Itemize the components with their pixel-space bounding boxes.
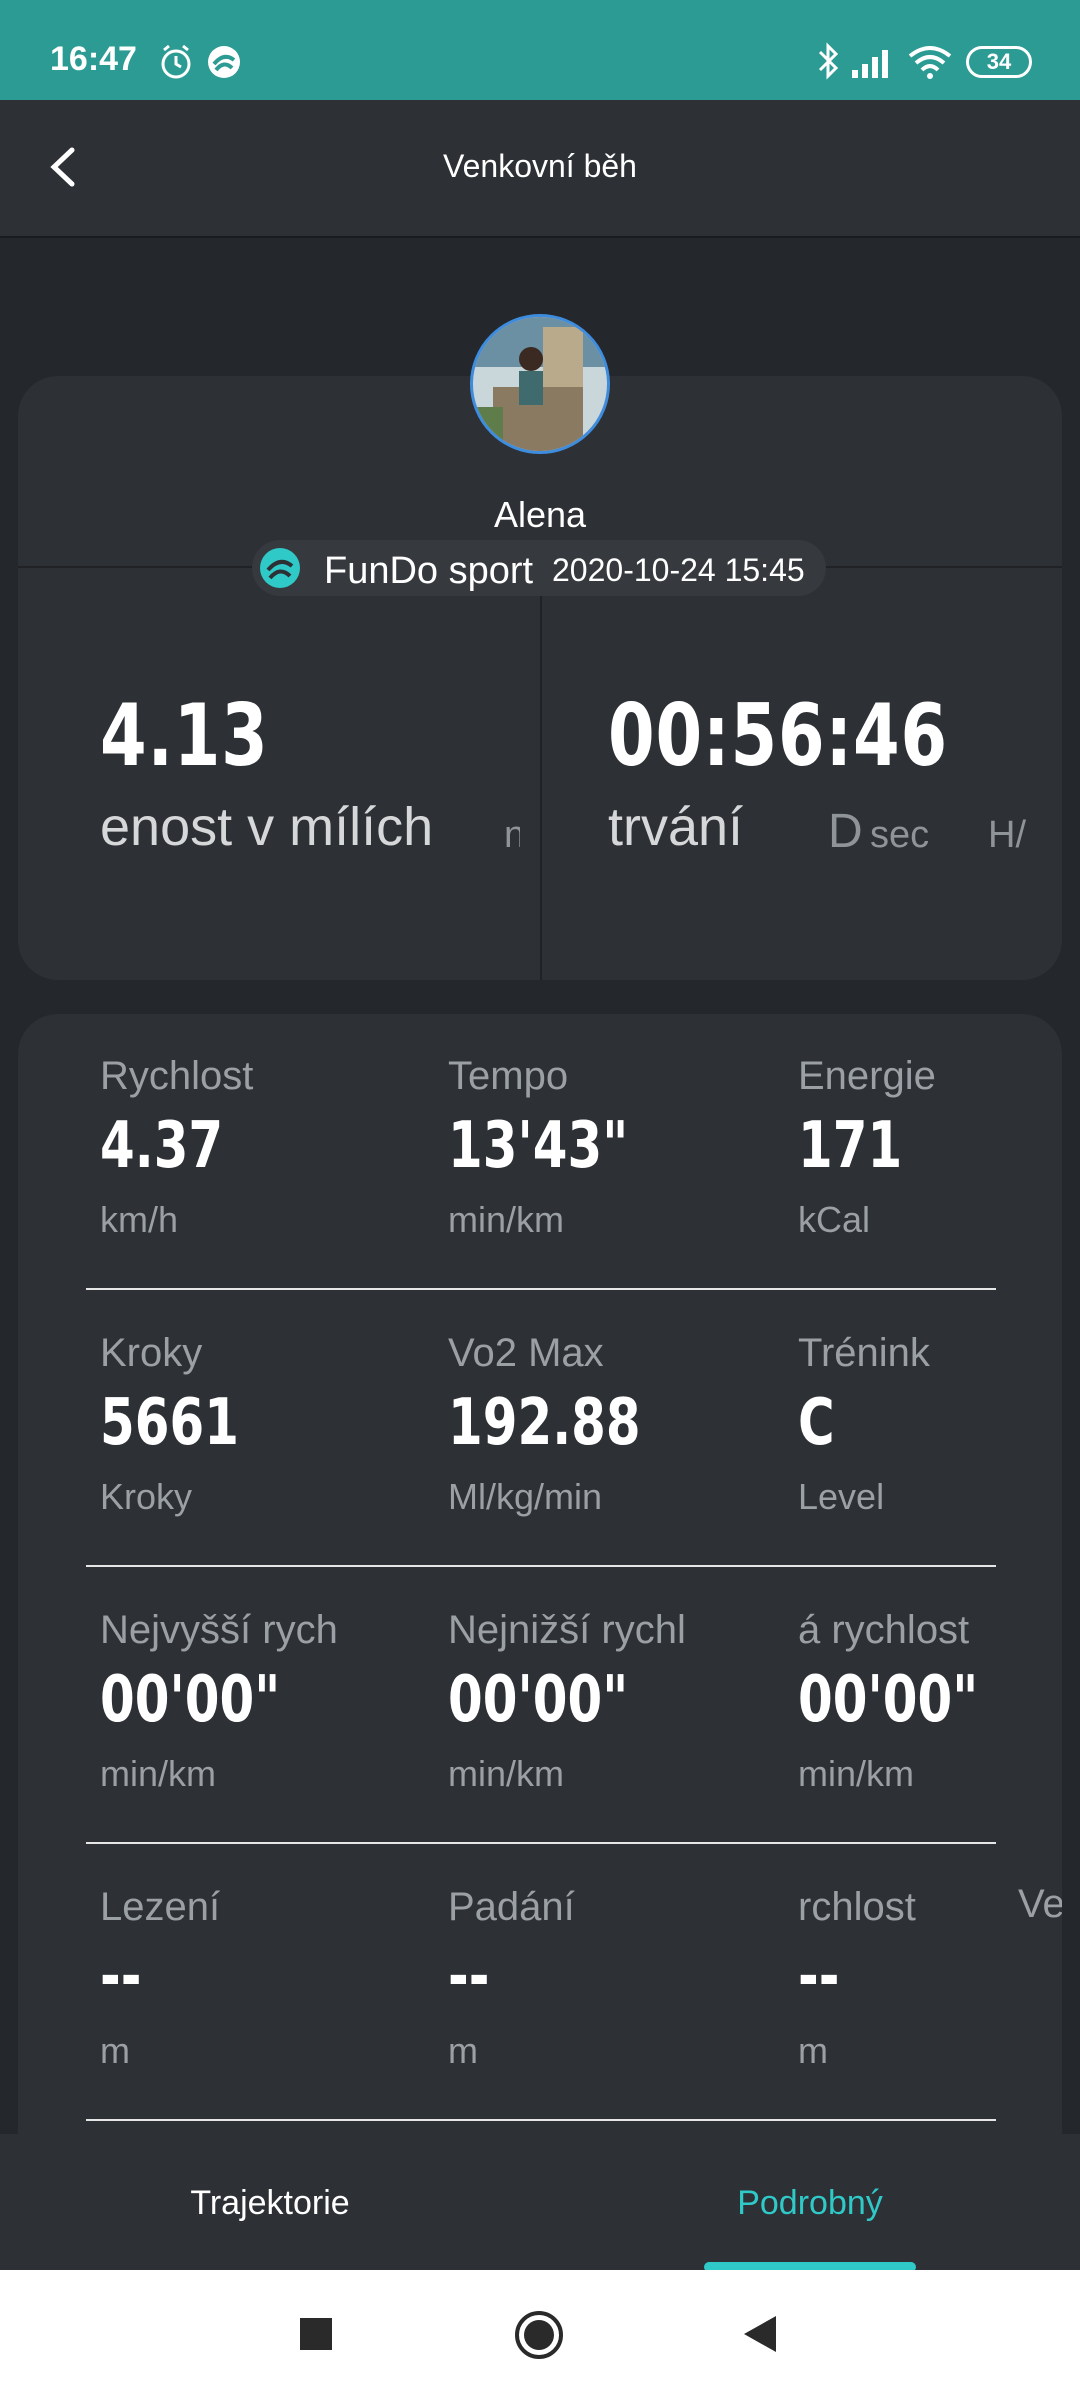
stat-value: 13'43": [448, 1109, 629, 1183]
fundo-app-icon: [208, 46, 240, 78]
fundo-sport-icon: [260, 548, 300, 588]
stat-unit: kCal: [798, 1199, 871, 1240]
tab-trajektorie[interactable]: Trajektorie: [0, 2184, 540, 2223]
stat-label: Lezení: [100, 1885, 221, 1929]
stat-cell: á rychlost 00'00" min/km: [798, 1608, 1062, 1838]
stat-label: á rychlost: [798, 1608, 970, 1652]
duration-unit-d: D: [828, 805, 863, 858]
stat-label: Vo2 Max: [448, 1331, 604, 1375]
summary-card: 4.13 enost v mílích n 00:56:46 trvání D …: [18, 376, 1062, 980]
user-name: Alena: [493, 494, 587, 535]
stat-value: 5661: [100, 1386, 239, 1460]
distance-value: 4.13: [100, 686, 269, 786]
page-title: Venkovní běh: [443, 148, 637, 184]
stat-unit: m: [448, 2030, 478, 2071]
stat-cell: Padání -- m: [448, 1885, 778, 2115]
back-icon[interactable]: [740, 2314, 780, 2354]
wifi-icon: [908, 46, 952, 79]
stat-label: Kroky: [100, 1331, 203, 1375]
recents-icon[interactable]: [298, 2316, 334, 2352]
stat-unit: Kroky: [100, 1476, 193, 1517]
home-icon[interactable]: [514, 2310, 564, 2360]
stat-label: Rychlost: [100, 1054, 254, 1098]
stat-cell: Lezení -- m: [100, 1885, 430, 2115]
stat-value: 00'00": [798, 1663, 979, 1737]
stat-unit: min/km: [448, 1753, 564, 1794]
stat-value: 00'00": [448, 1663, 629, 1737]
row-divider: [86, 1288, 996, 1290]
activity-datetime: 2020-10-24 15:45: [552, 552, 805, 588]
stat-unit: km/h: [100, 1199, 179, 1240]
stat-cell: Kroky 5661 Kroky: [100, 1331, 430, 1561]
duration-unit-sec: sec: [870, 814, 930, 856]
stat-value: --: [798, 1940, 840, 2014]
avatar: [470, 314, 610, 454]
stat-label-overflow: Ve: [1018, 1882, 1062, 1926]
stat-cell: Nejvyšší rych 00'00" min/km: [100, 1608, 430, 1838]
stat-cell: Energie 171 kCal: [798, 1054, 1062, 1284]
stat-label: Nejvyšší rych: [100, 1608, 338, 1652]
distance-label-row: enost v mílích n: [100, 796, 520, 866]
stat-value: 00'00": [100, 1663, 281, 1737]
bottom-tab-bar: Trajektorie Podrobný: [0, 2134, 1080, 2270]
stat-label: Tempo: [448, 1054, 569, 1098]
stat-cell: Tempo 13'43" min/km: [448, 1054, 778, 1284]
distance-unit-label: n: [504, 814, 520, 856]
stat-label: Energie: [798, 1054, 936, 1098]
system-nav-bar: [0, 2270, 1080, 2400]
stat-unit: min/km: [798, 1753, 914, 1794]
battery-icon: 34: [966, 46, 1032, 78]
stat-label: Trénink: [798, 1331, 930, 1375]
source-pill: FunDo sport 2020-10-24 15:45: [252, 540, 826, 596]
battery-level: 34: [986, 49, 1012, 74]
alarm-icon: [161, 44, 191, 79]
stat-cell: Nejnižší rychl 00'00" min/km: [448, 1608, 778, 1838]
top-app-bar: Venkovní běh: [0, 100, 1080, 238]
tab-podrobny[interactable]: Podrobný: [540, 2184, 1080, 2223]
stat-value: 192.88: [448, 1386, 641, 1460]
stat-cell: Rychlost 4.37 km/h: [100, 1054, 430, 1284]
status-time: 16:47: [50, 40, 137, 78]
row-divider: [86, 2119, 996, 2121]
source-app-name: FunDo sport: [324, 550, 534, 592]
distance-label: enost v mílích: [100, 797, 434, 857]
duration-label: trvání: [608, 797, 744, 857]
stat-unit: Level: [798, 1476, 885, 1517]
bluetooth-icon: [818, 42, 839, 80]
status-bar: 16:47 34: [0, 0, 1080, 100]
stat-value: --: [448, 1940, 490, 2014]
row-divider: [86, 1842, 996, 1844]
stat-label: Nejnižší rychl: [448, 1608, 686, 1652]
stat-value: C: [798, 1386, 835, 1460]
stat-unit: m: [798, 2030, 828, 2071]
stat-cell: Vo2 Max 192.88 Ml/kg/min: [448, 1331, 778, 1561]
signal-icon: [852, 50, 888, 78]
stat-unit: min/km: [448, 1199, 564, 1240]
stats-card: Rychlost 4.37 km/h Tempo 13'43" min/km Energie…: [18, 1014, 1062, 2134]
duration-unit-h: H/: [988, 814, 1026, 856]
stat-cell: Trénink C Level: [798, 1331, 1062, 1561]
stat-value: 4.37: [100, 1109, 224, 1183]
stat-unit: Ml/kg/min: [448, 1476, 603, 1517]
stat-label: Padání: [448, 1885, 575, 1929]
divider: [540, 590, 542, 980]
duration-label-row: trvání D sec H/: [608, 796, 1038, 866]
stat-value: 171: [798, 1109, 903, 1183]
stat-unit: m: [100, 2030, 130, 2071]
stat-unit: min/km: [100, 1753, 216, 1794]
stat-value: --: [100, 1940, 142, 2014]
duration-value: 00:56:46: [608, 686, 948, 786]
row-divider: [86, 1565, 996, 1567]
